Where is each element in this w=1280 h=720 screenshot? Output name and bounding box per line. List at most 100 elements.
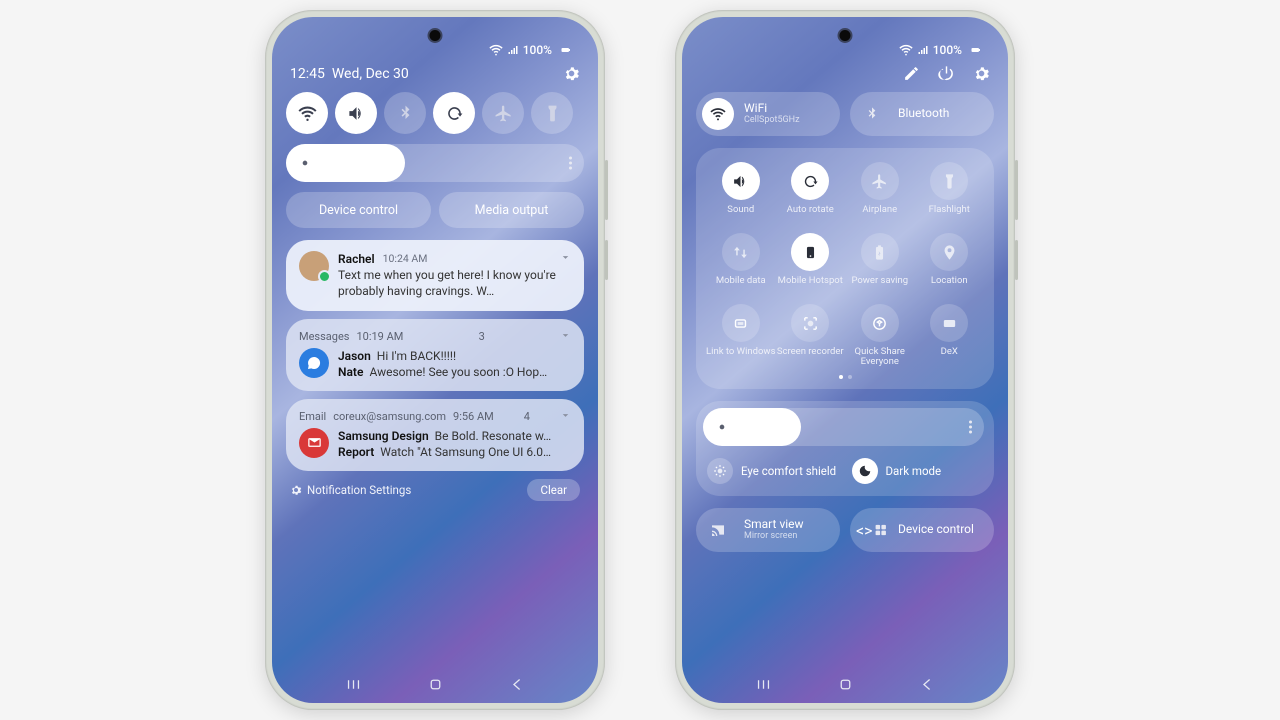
notif-app: Messages	[299, 330, 349, 343]
tile-label: Mobile data	[716, 276, 766, 298]
wifi-chip[interactable]: WiFiCellSpot5GHz	[696, 92, 840, 136]
qs-tile[interactable]: Flashlight	[915, 162, 985, 227]
qs-wifi[interactable]	[286, 92, 328, 134]
volume-icon	[722, 162, 760, 200]
power-icon	[861, 233, 899, 271]
qs-tile[interactable]: Mobile Hotspot	[776, 233, 846, 298]
bluetooth-icon	[856, 98, 888, 130]
battery-icon	[556, 44, 574, 56]
torch-icon	[930, 162, 968, 200]
brightness-slider[interactable]	[286, 144, 584, 182]
notif-addr: coreux@samsung.com	[333, 410, 446, 423]
hotspot-icon	[791, 233, 829, 271]
tile-label: Link to Windows	[706, 347, 775, 369]
smart-view-chip[interactable]: Smart viewMirror screen	[696, 508, 840, 552]
tile-label: Mobile Hotspot	[778, 276, 843, 298]
page-indicator	[706, 375, 984, 379]
eye-comfort-toggle[interactable]: Eye comfort shield	[703, 454, 840, 486]
qs-tile[interactable]: Mobile data	[706, 233, 776, 298]
battery-icon	[966, 44, 984, 56]
notif-time: 10:24 AM	[383, 252, 428, 266]
wifi-icon	[489, 43, 503, 57]
tile-label: Quick Share Everyone	[845, 347, 915, 369]
qs-sound[interactable]	[335, 92, 377, 134]
wifi-icon	[702, 98, 734, 130]
qs-flashlight[interactable]	[531, 92, 573, 134]
qs-bluetooth[interactable]	[384, 92, 426, 134]
rotate-icon	[791, 162, 829, 200]
data-icon	[722, 233, 760, 271]
tile-label: Power saving	[851, 276, 908, 298]
bluetooth-chip[interactable]: Bluetooth	[850, 92, 994, 136]
back-icon[interactable]	[919, 676, 936, 693]
device-control-chip[interactable]: <> Device control	[850, 508, 994, 552]
home-icon[interactable]	[837, 676, 854, 693]
recents-icon[interactable]	[755, 676, 772, 693]
tile-label: DeX	[941, 347, 958, 369]
sun-icon	[715, 420, 729, 434]
more-icon[interactable]	[569, 157, 572, 170]
brightness-slider[interactable]	[703, 408, 984, 446]
gear-icon[interactable]	[973, 65, 990, 82]
moon-icon	[852, 458, 878, 484]
grid-icon: <>	[856, 514, 888, 546]
clear-button[interactable]: Clear	[527, 479, 580, 501]
notif-body: Text me when you get here! I know you're…	[338, 267, 571, 299]
quick-settings-row	[286, 92, 584, 134]
gear-icon[interactable]	[563, 65, 580, 82]
dark-mode-toggle[interactable]: Dark mode	[848, 454, 985, 486]
battery-text: 100%	[933, 43, 962, 57]
navigation-bar	[682, 676, 1008, 693]
qs-airplane[interactable]	[482, 92, 524, 134]
wifi-icon	[899, 43, 913, 57]
status-bar: 100%	[899, 43, 984, 57]
camera-hole	[430, 30, 441, 41]
tile-label: Sound	[727, 205, 754, 227]
email-icon	[299, 428, 329, 458]
qs-tile[interactable]: Power saving	[845, 233, 915, 298]
tile-label: Screen recorder	[777, 347, 844, 369]
device-control-button[interactable]: Device control	[286, 192, 431, 228]
notification-card[interactable]: Messages 10:19 AM 3 JasonHi I'm BACK!!!!…	[286, 319, 584, 391]
plane-icon	[861, 162, 899, 200]
phone-left: 100% 12:45 Wed, Dec 30	[265, 10, 605, 710]
qs-tile[interactable]: DeX	[915, 304, 985, 369]
power-icon[interactable]	[938, 65, 955, 82]
qs-tile[interactable]: Location	[915, 233, 985, 298]
avatar	[299, 251, 329, 281]
media-output-button[interactable]: Media output	[439, 192, 584, 228]
chevron-down-icon[interactable]	[560, 330, 571, 344]
notif-time: 9:56 AM	[453, 410, 494, 423]
cast-icon	[702, 514, 734, 546]
qs-tile[interactable]: Link to Windows	[706, 304, 776, 369]
more-icon[interactable]	[969, 421, 972, 434]
camera-hole	[840, 30, 851, 41]
qs-tile[interactable]: Airplane	[845, 162, 915, 227]
notif-time: 10:19 AM	[356, 330, 403, 343]
pencil-icon[interactable]	[903, 65, 920, 82]
home-icon[interactable]	[427, 676, 444, 693]
signal-icon	[507, 44, 519, 56]
chevron-down-icon[interactable]	[560, 251, 571, 267]
qs-tile[interactable]: Auto rotate	[776, 162, 846, 227]
share-icon	[861, 304, 899, 342]
signal-icon	[917, 44, 929, 56]
quick-settings-panel: Sound Auto rotate Airplane Flashlight Mobile…	[696, 148, 994, 389]
tile-label: Airplane	[862, 205, 897, 227]
qs-rotate[interactable]	[433, 92, 475, 134]
qs-tile[interactable]: Sound	[706, 162, 776, 227]
qs-tile[interactable]: Screen recorder	[776, 304, 846, 369]
dex-icon	[930, 304, 968, 342]
qs-tile[interactable]: Quick Share Everyone	[845, 304, 915, 369]
notif-count: 3	[479, 330, 485, 343]
time-date: 12:45 Wed, Dec 30	[290, 66, 409, 82]
recents-icon[interactable]	[345, 676, 362, 693]
notif-app: Email	[299, 410, 326, 423]
notification-settings-link[interactable]: Notification Settings	[290, 483, 411, 497]
notification-card[interactable]: Email coreux@samsung.com 9:56 AM 4 Samsu…	[286, 399, 584, 471]
record-icon	[791, 304, 829, 342]
chevron-down-icon[interactable]	[560, 410, 571, 424]
back-icon[interactable]	[509, 676, 526, 693]
screen-notifications: 100% 12:45 Wed, Dec 30	[272, 17, 598, 703]
notification-card[interactable]: Rachel 10:24 AM Text me when you get her…	[286, 240, 584, 311]
